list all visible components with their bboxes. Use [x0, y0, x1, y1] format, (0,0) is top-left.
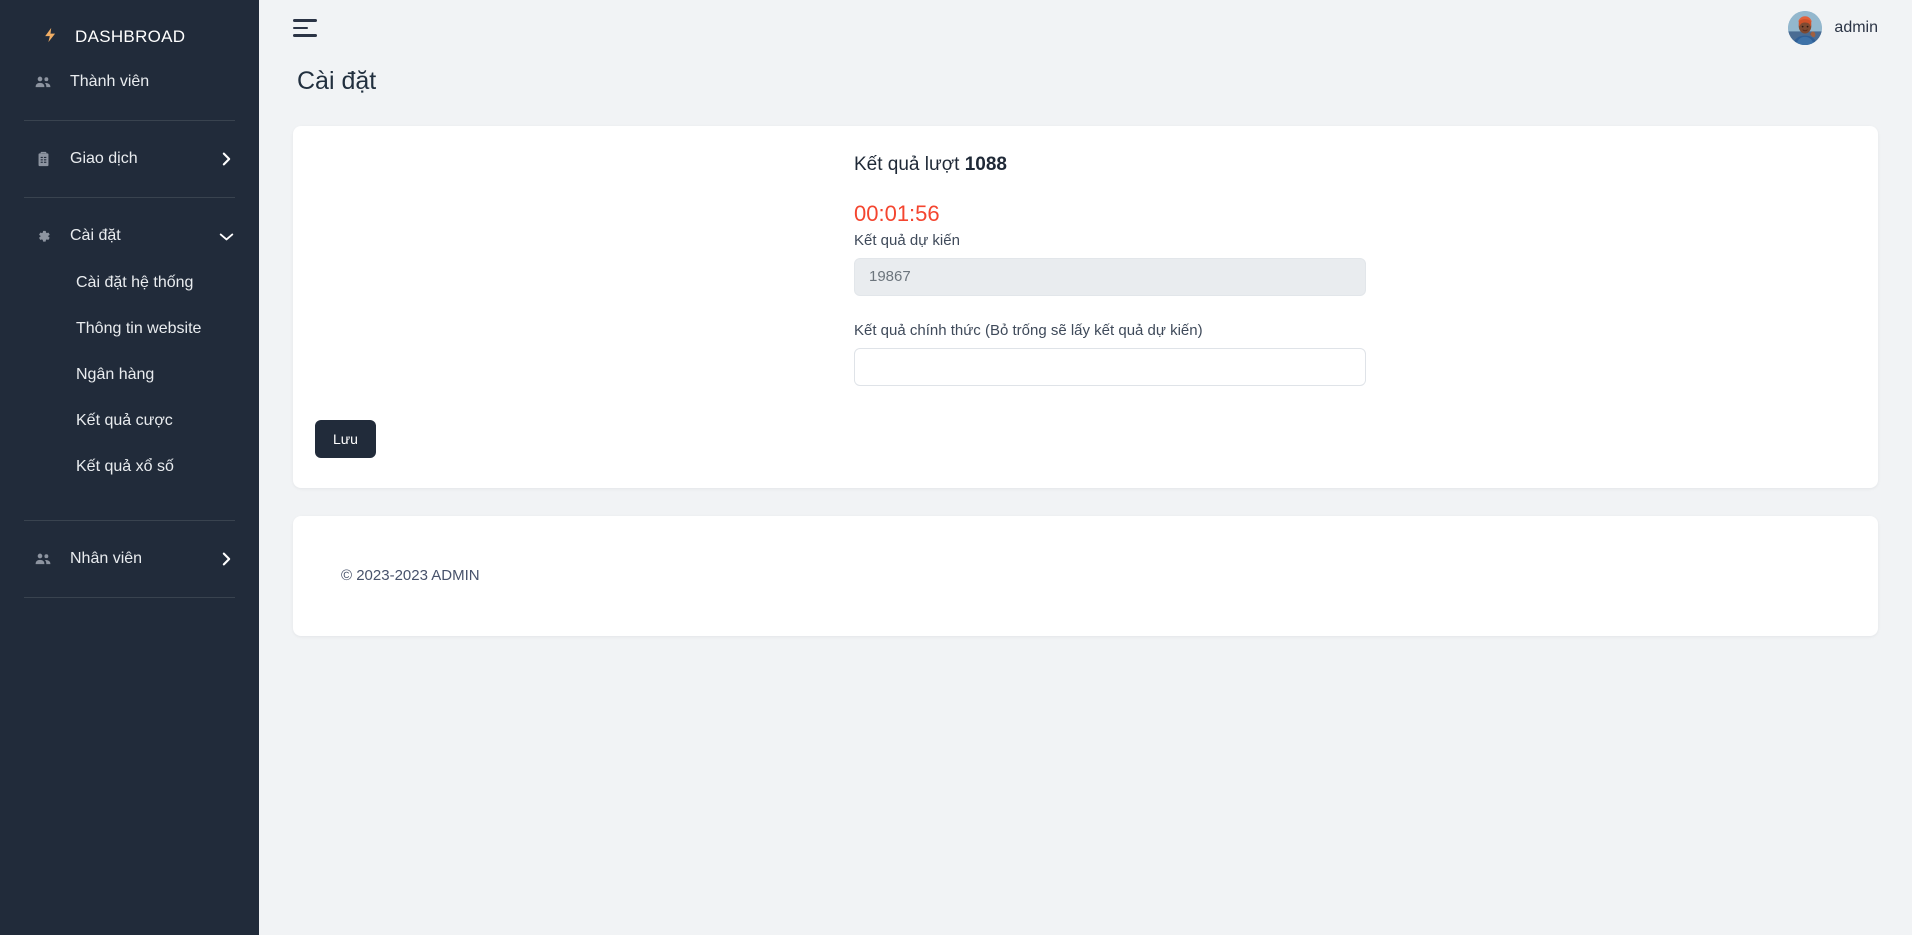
hamburger-line: [293, 19, 317, 22]
sidebar-subitem-ngan-hang[interactable]: Ngân hàng: [0, 352, 259, 398]
sidebar-item-label: Nhân viên: [70, 550, 201, 568]
sidebar-divider-2: [24, 197, 235, 198]
sidebar-item-label: Thành viên: [70, 73, 235, 91]
countdown-timer: 00:01:56: [854, 200, 1366, 228]
page-title: Cài đặt: [259, 56, 1912, 96]
chevron-right-icon: [217, 151, 235, 167]
sidebar-subitem-thong-tin-website[interactable]: Thông tin website: [0, 306, 259, 352]
chevron-down-icon: [217, 231, 235, 242]
hamburger-line: [293, 27, 308, 30]
sidebar-subitem-label: Ngân hàng: [76, 366, 154, 384]
main-area: admin Cài đặt Kết quả lượt 1088 00:01:56…: [259, 0, 1912, 935]
result-form-card: Kết quả lượt 1088 00:01:56 Kết quả dự ki…: [293, 126, 1878, 488]
brand-name: DASHBROAD: [75, 27, 185, 47]
sidebar-subitem-ket-qua-xo-so[interactable]: Kết quả xổ số: [0, 444, 259, 490]
brand-logo[interactable]: DASHBROAD: [0, 0, 259, 58]
sidebar-subitem-cai-dat-he-thong[interactable]: Cài đặt hệ thống: [0, 260, 259, 306]
save-button[interactable]: Lưu: [315, 420, 376, 458]
content-area: Kết quả lượt 1088 00:01:56 Kết quả dự ki…: [259, 96, 1912, 935]
sidebar-subitem-ket-qua-cuoc[interactable]: Kết quả cược: [0, 398, 259, 444]
chevron-right-icon: [217, 551, 235, 567]
sidebar-item-nhan-vien[interactable]: Nhân viên: [0, 535, 259, 583]
avatar: [1788, 11, 1822, 45]
users-icon: [32, 73, 54, 91]
expected-result-input: [854, 258, 1366, 296]
sidebar-divider-4: [24, 597, 235, 598]
official-result-group: Kết quả chính thức (Bỏ trống sẽ lấy kết …: [854, 322, 1366, 386]
sidebar-item-thanh-vien[interactable]: Thành viên: [0, 58, 259, 106]
sidebar-subitem-label: Thông tin website: [76, 320, 201, 338]
gear-icon: [32, 228, 54, 245]
copyright-text: © 2023-2023 ADMIN: [341, 567, 480, 584]
form-heading-round: 1088: [965, 154, 1007, 175]
expected-result-group: Kết quả dự kiến: [854, 232, 1366, 296]
sidebar-item-label: Cài đặt: [70, 227, 201, 245]
form-column: Kết quả lượt 1088 00:01:56 Kết quả dự ki…: [854, 154, 1366, 386]
sidebar-subitem-label: Kết quả cược: [76, 412, 173, 430]
bolt-icon: [42, 24, 59, 50]
user-name: admin: [1834, 19, 1878, 37]
sidebar-subitem-label: Cài đặt hệ thống: [76, 274, 193, 292]
sidebar-item-cai-dat[interactable]: Cài đặt: [0, 212, 259, 260]
expected-result-label: Kết quả dự kiến: [854, 232, 1366, 249]
clipboard-icon: [32, 150, 54, 168]
sidebar-subitem-label: Kết quả xổ số: [76, 458, 174, 476]
sidebar-item-label: Giao dịch: [70, 150, 201, 168]
sidebar-item-giao-dich[interactable]: Giao dịch: [0, 135, 259, 183]
app-root: DASHBROAD Thành viên: [0, 0, 1912, 935]
footer-card: © 2023-2023 ADMIN: [293, 516, 1878, 636]
users-icon: [32, 550, 54, 568]
sidebar-divider-1: [24, 120, 235, 121]
topbar: admin: [259, 0, 1912, 56]
official-result-input[interactable]: [854, 348, 1366, 386]
official-result-label: Kết quả chính thức (Bỏ trống sẽ lấy kết …: [854, 322, 1366, 339]
save-row: Lưu: [293, 386, 1878, 458]
hamburger-icon[interactable]: [293, 18, 319, 38]
user-menu[interactable]: admin: [1788, 11, 1878, 45]
hamburger-line: [293, 34, 317, 37]
form-heading: Kết quả lượt 1088: [854, 154, 1366, 176]
sidebar: DASHBROAD Thành viên: [0, 0, 259, 935]
sidebar-divider-3: [24, 520, 235, 521]
form-heading-prefix: Kết quả lượt: [854, 154, 965, 175]
